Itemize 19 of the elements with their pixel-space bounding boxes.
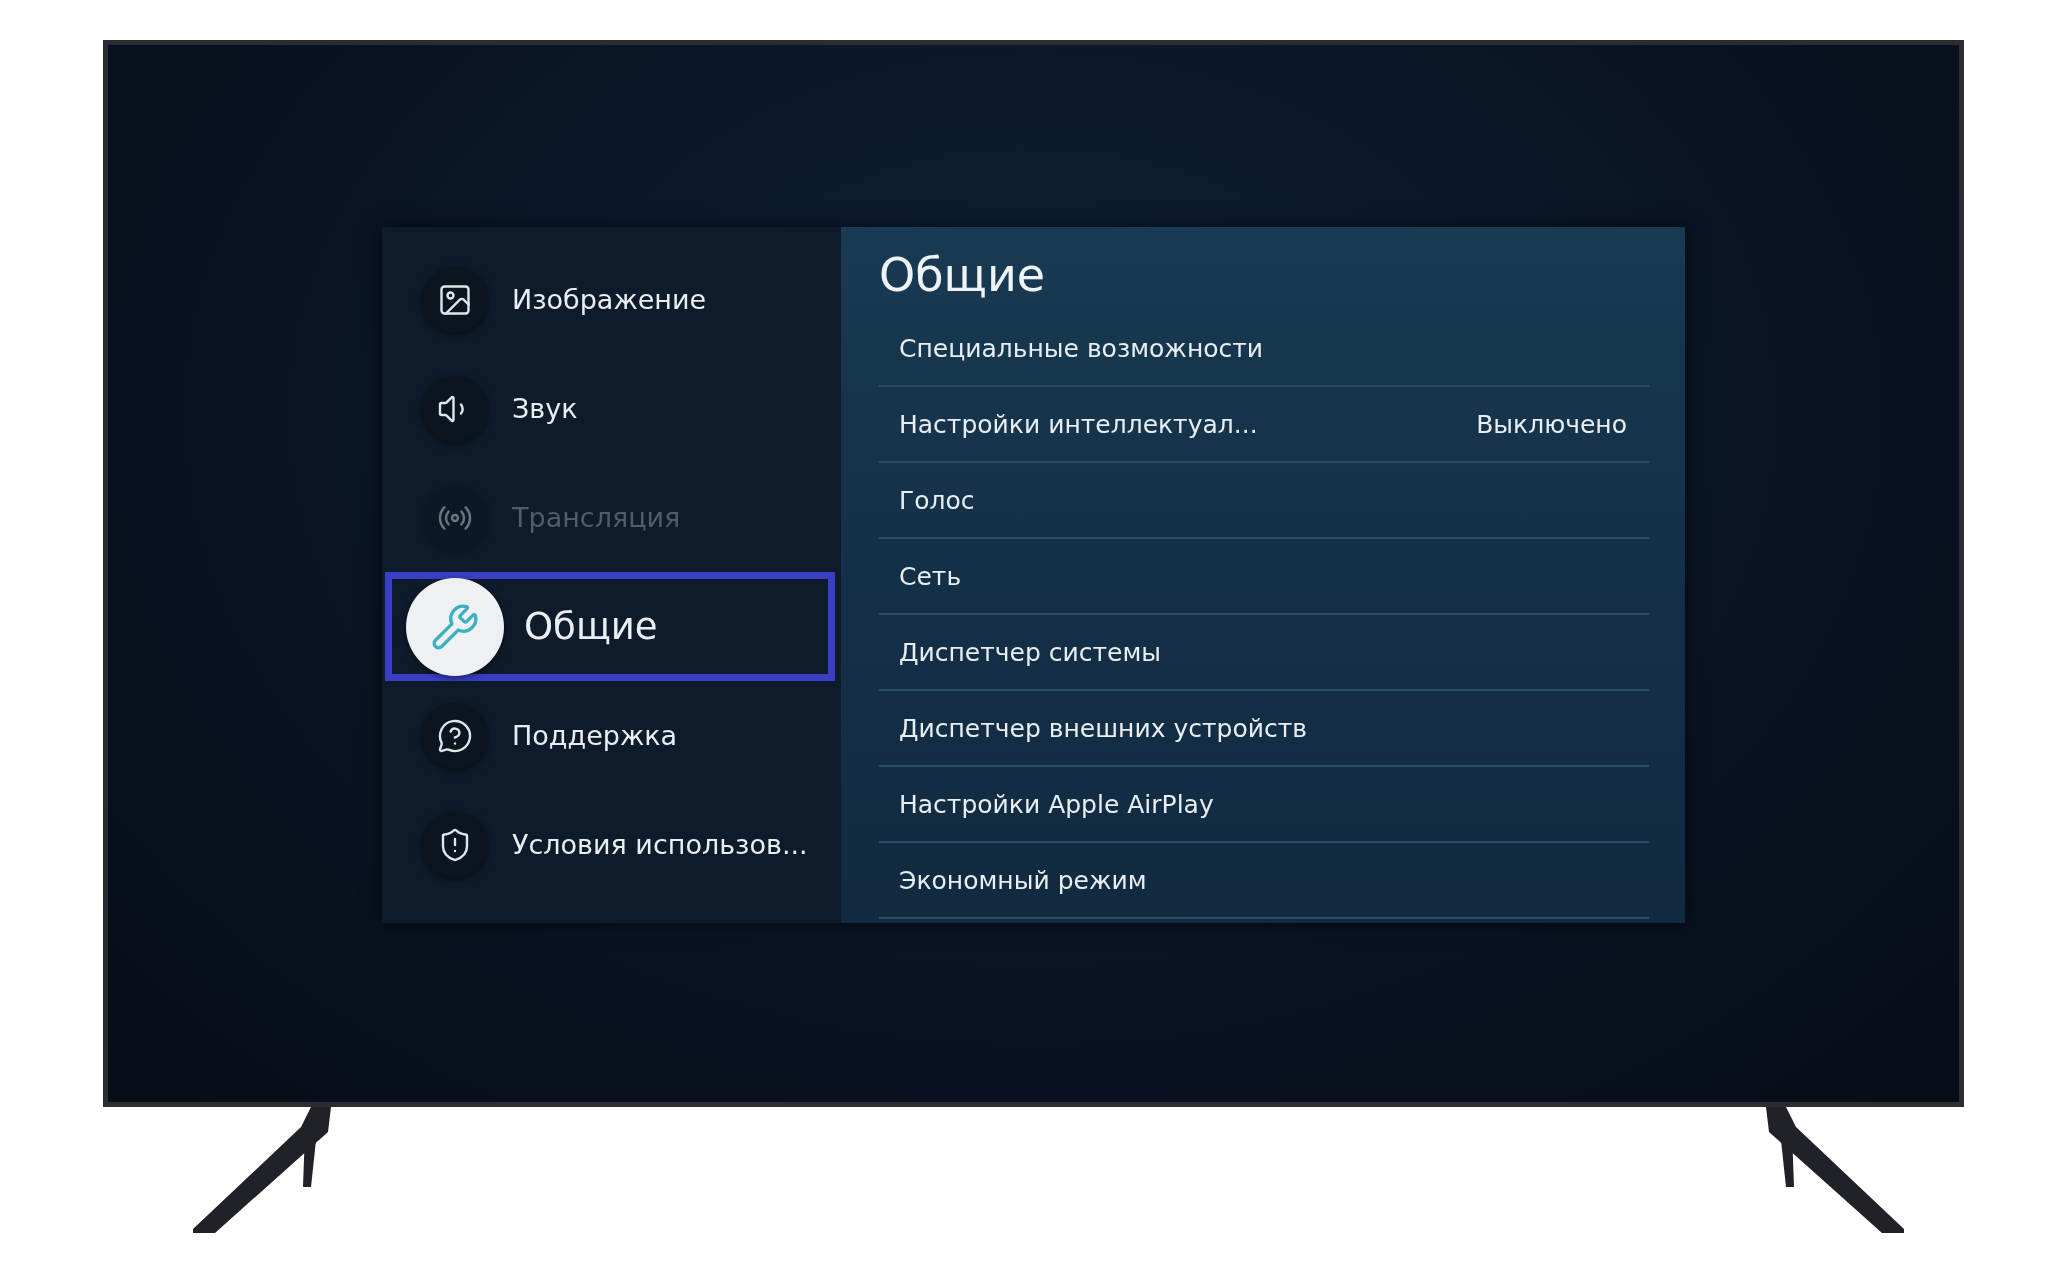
shield-icon bbox=[422, 811, 488, 878]
settings-row[interactable]: Настройки Apple AirPlay bbox=[879, 767, 1649, 843]
sidebar-item[interactable]: Изображение bbox=[385, 245, 835, 354]
chat-question-icon bbox=[422, 702, 488, 769]
sidebar-item[interactable]: Звук bbox=[385, 354, 835, 463]
panel-title: Общие bbox=[879, 247, 1047, 304]
settings-row[interactable]: Экономный режим bbox=[879, 843, 1649, 919]
setting-value: Выключено bbox=[1476, 409, 1627, 439]
settings-row[interactable]: Голос bbox=[879, 463, 1649, 539]
sidebar-item[interactable]: Поддержка bbox=[385, 681, 835, 790]
settings-row[interactable]: Специальные возможности bbox=[879, 311, 1649, 387]
settings-row[interactable]: Сеть bbox=[879, 539, 1649, 615]
settings-row[interactable]: Настройки интеллектуал... Выключено bbox=[879, 387, 1649, 463]
sidebar-item[interactable]: Условия использов... bbox=[385, 790, 835, 899]
sidebar-item[interactable]: Общие bbox=[385, 572, 835, 681]
settings-row[interactable]: Диспетчер внешних устройств bbox=[879, 691, 1649, 767]
speaker-icon bbox=[422, 375, 488, 442]
picture-icon bbox=[422, 266, 488, 333]
settings-row[interactable]: Диспетчер системы bbox=[879, 615, 1649, 691]
